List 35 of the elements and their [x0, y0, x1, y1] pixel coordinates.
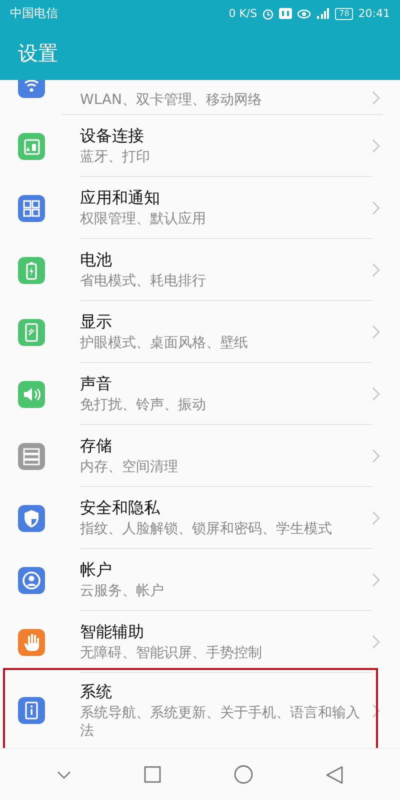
- setting-description: WLAN、双卡管理、移动网络: [80, 91, 262, 109]
- setting-title[interactable]: 声音: [80, 373, 112, 394]
- setting-description: 护眼模式、桌面风格、壁纸: [80, 334, 248, 352]
- setting-description: 蓝牙、打印: [80, 148, 150, 166]
- hd-icon: [279, 8, 292, 19]
- battery-level: 78: [335, 8, 354, 20]
- setting-title[interactable]: 应用和通知: [80, 187, 160, 208]
- back-icon[interactable]: [326, 766, 344, 784]
- setting-title[interactable]: 显示: [80, 311, 112, 332]
- setting-description: 内存、空间清理: [80, 458, 178, 476]
- network-speed: 0 K/S: [228, 7, 258, 20]
- setting-description: 免打扰、铃声、振动: [80, 396, 206, 414]
- setting-description: 系统导航、系统更新、关于手机、语言和输入法: [80, 704, 361, 740]
- setting-description: 指纹、人脸解锁、锁屏和密码、学生模式: [80, 520, 332, 538]
- setting-title[interactable]: 帐户: [80, 559, 112, 580]
- chevron-down-icon[interactable]: [56, 770, 71, 778]
- setting-title[interactable]: 安全和隐私: [80, 497, 160, 518]
- setting-description: 云服务、帐户: [80, 582, 164, 600]
- setting-description: 省电模式、耗电排行: [80, 272, 206, 290]
- setting-title[interactable]: 系统: [80, 681, 112, 702]
- home-icon[interactable]: [234, 765, 254, 784]
- setting-description: 无障碍、智能识屏、手势控制: [80, 644, 262, 662]
- alarm-icon: [262, 8, 274, 20]
- signal-icon: [316, 8, 330, 19]
- recents-icon[interactable]: [144, 766, 161, 783]
- chevron-right-icon[interactable]: [372, 704, 380, 718]
- setting-title[interactable]: 电池: [80, 249, 112, 270]
- page-title: 设置: [18, 40, 58, 67]
- setting-title[interactable]: 设备连接: [80, 125, 144, 146]
- setting-title[interactable]: 智能辅助: [80, 621, 144, 642]
- setting-description: 权限管理、默认应用: [80, 210, 206, 228]
- carrier-name: 中国电信: [10, 5, 59, 22]
- eye-icon: [297, 8, 312, 18]
- setting-title[interactable]: 存储: [80, 435, 112, 456]
- clock: 20:41: [358, 7, 390, 20]
